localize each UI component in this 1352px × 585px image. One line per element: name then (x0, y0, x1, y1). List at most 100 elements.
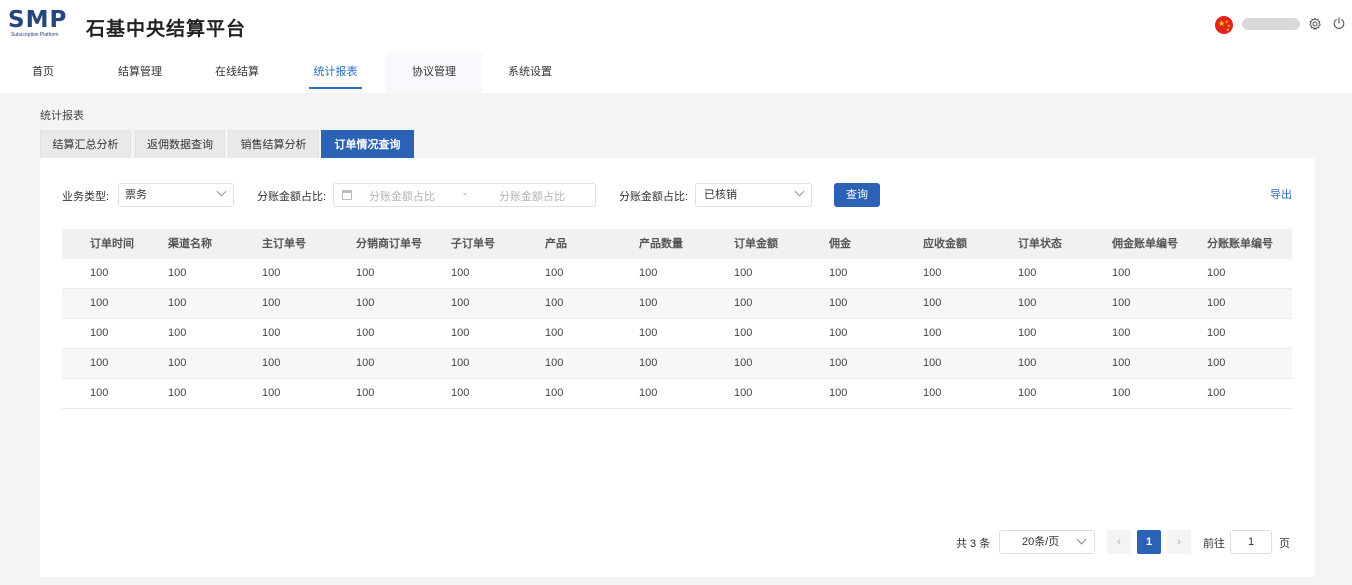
column-header: 佣金账单编号 (1112, 238, 1178, 250)
table-cell: 100 (734, 267, 753, 279)
smp-logo[interactable]: SMP Subscription Platform (8, 8, 68, 42)
page-size-value: 20条/页 (1022, 536, 1060, 548)
verification-status-value: 已核销 (704, 189, 737, 201)
calendar-icon (342, 190, 352, 200)
table-cell: 100 (1018, 357, 1037, 369)
table-cell: 100 (90, 297, 109, 309)
table-cell: 100 (734, 387, 753, 399)
goto-page-input[interactable]: 1 (1230, 530, 1272, 554)
column-header: 订单状态 (1018, 238, 1062, 250)
main-nav: 首页 结算管理 在线结算 统计报表 协议管理 系统设置 (0, 52, 1352, 93)
tab-sales-settlement[interactable]: 销售结算分析 (228, 130, 319, 158)
orders-table: 订单时间 渠道名称 主订单号 分销商订单号 子订单号 产品 产品数量 订单金额 佣金 应收金额 订单… (62, 229, 1292, 409)
table-cell: 100 (1112, 327, 1131, 339)
app-title: 石基中央结算平台 (86, 19, 247, 40)
total-count: 共 3 条 (956, 538, 991, 550)
table-cell: 100 (829, 267, 848, 279)
table-row[interactable]: 100 100 100 100 100 100 100 100 100 100 100 100 100 (62, 349, 1292, 379)
column-header: 产品数量 (639, 238, 683, 250)
table-cell: 100 (356, 267, 375, 279)
table-cell: 100 (262, 357, 281, 369)
nav-settlement-management[interactable]: 结算管理 (111, 52, 169, 93)
table-cell: 100 (451, 357, 470, 369)
column-header: 子订单号 (451, 238, 495, 250)
column-header: 分销商订单号 (356, 238, 422, 250)
nav-agreement-management[interactable]: 协议管理 (386, 52, 482, 93)
table-cell: 100 (168, 387, 187, 399)
table-cell: 100 (829, 297, 848, 309)
table-cell: 100 (1112, 267, 1131, 279)
pagination: 共 3 条 20条/页 ‹ 1 › 前往 1 页 (40, 530, 1315, 554)
gear-icon[interactable] (1308, 17, 1322, 31)
content-card: 业务类型: 票务 分账金额占比: 分账金额占比 - 分账金额占比 分账金额占比:… (40, 158, 1315, 577)
table-cell: 100 (1112, 297, 1131, 309)
power-icon[interactable] (1332, 16, 1346, 31)
verification-status-select[interactable]: 已核销 (695, 183, 812, 207)
table-row[interactable]: 100 100 100 100 100 100 100 100 100 100 100 100 100 (62, 259, 1292, 289)
table-cell: 100 (1018, 297, 1037, 309)
table-cell: 100 (1112, 357, 1131, 369)
table-cell: 100 (1018, 267, 1037, 279)
tab-order-query[interactable]: 订单情况查询 (321, 130, 414, 158)
table-cell: 100 (356, 327, 375, 339)
nav-online-settlement[interactable]: 在线结算 (208, 52, 266, 93)
page-size-select[interactable]: 20条/页 (999, 530, 1095, 554)
table-cell: 100 (168, 357, 187, 369)
column-header: 主订单号 (262, 238, 306, 250)
table-cell: 100 (451, 387, 470, 399)
table-cell: 100 (545, 327, 564, 339)
user-name-placeholder[interactable] (1242, 18, 1300, 30)
tab-settlement-summary[interactable]: 结算汇总分析 (40, 130, 131, 158)
table-body: 100 100 100 100 100 100 100 100 100 100 100 100 100 1… (62, 259, 1292, 409)
chevron-down-icon (216, 186, 227, 197)
table-cell: 100 (734, 357, 753, 369)
table-cell: 100 (545, 297, 564, 309)
table-cell: 100 (90, 357, 109, 369)
column-header: 分账账单编号 (1207, 238, 1273, 250)
table-cell: 100 (923, 297, 942, 309)
chevron-down-icon (794, 186, 805, 197)
range-start-placeholder[interactable]: 分账金额占比 (369, 188, 435, 204)
table-cell: 100 (1207, 267, 1226, 279)
table-row[interactable]: 100 100 100 100 100 100 100 100 100 100 100 100 100 (62, 379, 1292, 409)
table-cell: 100 (545, 387, 564, 399)
export-link[interactable]: 导出 (1270, 186, 1292, 202)
table-cell: 100 (734, 297, 753, 309)
range-end-placeholder[interactable]: 分账金额占比 (499, 188, 565, 204)
table-cell: 100 (829, 327, 848, 339)
table-cell: 100 (1207, 327, 1226, 339)
table-cell: 100 (1112, 387, 1131, 399)
table-row[interactable]: 100 100 100 100 100 100 100 100 100 100 100 100 100 (62, 319, 1292, 349)
table-cell: 100 (1018, 327, 1037, 339)
table-cell: 100 (639, 267, 658, 279)
table-cell: 100 (262, 387, 281, 399)
nav-system-settings[interactable]: 系统设置 (500, 52, 560, 93)
business-type-select[interactable]: 票务 (118, 183, 234, 207)
table-cell: 100 (451, 267, 470, 279)
prev-page-button[interactable]: ‹ (1107, 530, 1131, 554)
table-header: 订单时间 渠道名称 主订单号 分销商订单号 子订单号 产品 产品数量 订单金额 佣金 应收金额 订单… (62, 229, 1292, 259)
next-page-button[interactable]: › (1167, 530, 1191, 554)
table-cell: 100 (356, 297, 375, 309)
business-type-label: 业务类型: (62, 191, 110, 203)
table-cell: 100 (829, 387, 848, 399)
table-cell: 100 (639, 357, 658, 369)
page-number-current[interactable]: 1 (1137, 530, 1161, 554)
china-flag-icon[interactable]: ★ ★ ★ ★ (1215, 16, 1233, 34)
table-cell: 100 (168, 267, 187, 279)
split-ratio-range[interactable]: 分账金额占比 - 分账金额占比 (333, 183, 596, 207)
goto-label: 前往 (1203, 538, 1225, 550)
query-button[interactable]: 查询 (834, 183, 880, 207)
table-cell: 100 (90, 267, 109, 279)
table-cell: 100 (262, 327, 281, 339)
column-header: 应收金额 (923, 238, 967, 250)
table-cell: 100 (1207, 357, 1226, 369)
table-cell: 100 (829, 357, 848, 369)
breadcrumb: 统计报表 (40, 110, 84, 122)
table-row[interactable]: 100 100 100 100 100 100 100 100 100 100 100 100 100 (62, 289, 1292, 319)
nav-home[interactable]: 首页 (24, 52, 62, 93)
table-cell: 100 (262, 267, 281, 279)
table-cell: 100 (639, 387, 658, 399)
tab-rebate-query[interactable]: 返佣数据查询 (135, 130, 225, 158)
nav-statistics-report[interactable]: 统计报表 (309, 52, 362, 93)
